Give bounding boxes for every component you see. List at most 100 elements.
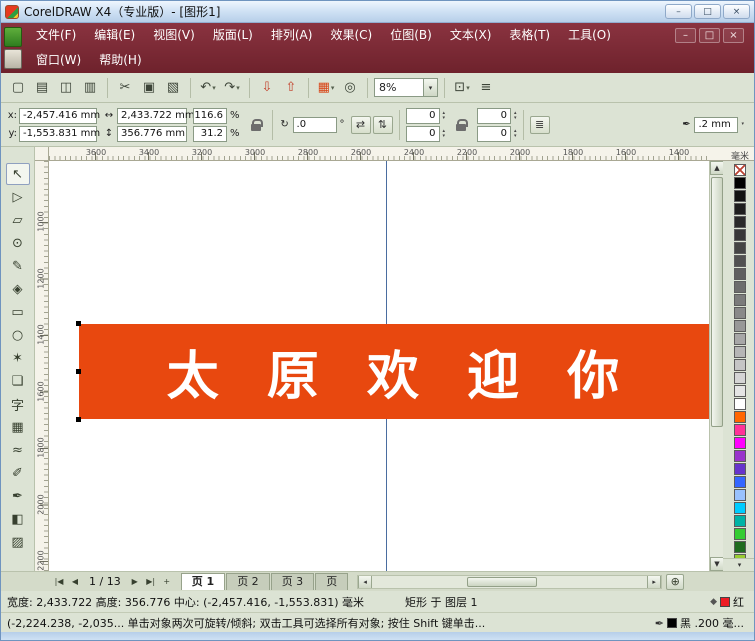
menu-file[interactable]: 文件(F) <box>27 23 85 48</box>
ellipse-tool-button[interactable]: ○ <box>6 324 30 346</box>
menu-text[interactable]: 文本(X) <box>441 23 501 48</box>
vertical-scrollbar[interactable]: ▲ ▼ <box>709 161 723 571</box>
menu-arrange[interactable]: 排列(A) <box>262 23 322 48</box>
maximize-button[interactable]: □ <box>694 4 721 19</box>
scroll-up-icon[interactable]: ▲ <box>710 161 724 175</box>
minimize-button[interactable]: – <box>665 4 692 19</box>
color-swatch[interactable] <box>734 177 746 189</box>
ruler-origin-corner[interactable] <box>35 147 49 161</box>
menu-layout[interactable]: 版面(L) <box>204 23 262 48</box>
cut-button[interactable]: ✂ <box>114 77 136 99</box>
no-fill-swatch[interactable] <box>734 164 746 176</box>
last-page-button[interactable]: ▶| <box>143 574 159 590</box>
copy-button[interactable]: ▣ <box>138 77 160 99</box>
object-height-field[interactable]: 356.776 mm <box>117 126 187 142</box>
object-width-field[interactable]: 2,433.722 mm <box>117 108 187 124</box>
color-swatch[interactable] <box>734 255 746 267</box>
crop-tool-button[interactable]: ▱ <box>6 209 30 231</box>
outline-indicator[interactable]: ✒ 黑 .200 毫... <box>655 615 748 631</box>
selection-handle-middle-left[interactable] <box>76 369 81 374</box>
paste-button[interactable]: ▧ <box>162 77 184 99</box>
undo-button[interactable]: ↶▾ <box>197 77 219 99</box>
horizontal-ruler[interactable]: 毫米 3600340032003000280026002400220020001… <box>49 147 754 161</box>
shape-tool-button[interactable]: ▷ <box>6 186 30 208</box>
spinner-icon[interactable]: ▴▾ <box>514 129 517 139</box>
outline-width-combobox[interactable]: .2 mm <box>694 117 738 133</box>
menu-help[interactable]: 帮助(H) <box>90 48 150 73</box>
color-swatch[interactable] <box>734 424 746 436</box>
color-swatch[interactable] <box>734 437 746 449</box>
color-swatch[interactable] <box>734 528 746 540</box>
scroll-left-icon[interactable]: ◂ <box>358 576 372 588</box>
rectangle-tool-button[interactable]: ▭ <box>6 301 30 323</box>
color-swatch[interactable] <box>734 190 746 202</box>
selection-handle-top-left[interactable] <box>76 321 81 326</box>
nonproportional-scaling-lock-button[interactable] <box>246 108 266 142</box>
scroll-right-icon[interactable]: ▸ <box>647 576 661 588</box>
x-position-field[interactable]: -2,457.416 mm <box>19 108 97 124</box>
color-swatch[interactable] <box>734 307 746 319</box>
banner-text[interactable]: 太 原 欢 迎 你 <box>167 334 621 409</box>
add-page-button[interactable]: + <box>159 574 175 590</box>
color-swatch[interactable] <box>734 541 746 553</box>
menu-edit[interactable]: 编辑(E) <box>85 23 144 48</box>
scale-vertical-field[interactable]: 31.2 <box>193 126 227 142</box>
first-page-button[interactable]: |◀ <box>51 574 67 590</box>
import-button[interactable]: ⇩ <box>256 77 278 99</box>
open-button[interactable]: ▤ <box>31 77 53 99</box>
color-swatch[interactable] <box>734 203 746 215</box>
table-tool-button[interactable]: ▦ <box>6 416 30 438</box>
scale-horizontal-field[interactable]: 116.6 <box>193 108 227 124</box>
color-swatch[interactable] <box>734 476 746 488</box>
color-swatch[interactable] <box>734 372 746 384</box>
page-tab-3[interactable]: 页 3 <box>271 573 315 590</box>
color-swatch[interactable] <box>734 229 746 241</box>
page-tab-2[interactable]: 页 2 <box>226 573 270 590</box>
zoom-tool-button[interactable]: ⊙ <box>6 232 30 254</box>
pick-tool-button[interactable]: ↖ <box>6 163 30 185</box>
chevron-down-icon[interactable]: ▾ <box>423 79 437 96</box>
fill-indicator[interactable]: ◆ 红 <box>710 594 748 610</box>
menu-effects[interactable]: 效果(C) <box>321 23 381 48</box>
page-tab-1[interactable]: 页 1 <box>181 573 225 590</box>
corner-radius-top-right-field[interactable]: 0 <box>477 108 511 124</box>
spinner-icon[interactable]: ▴▾ <box>514 111 517 121</box>
rotation-angle-field[interactable]: .0 <box>293 117 337 133</box>
color-swatch[interactable] <box>734 268 746 280</box>
color-swatch[interactable] <box>734 385 746 397</box>
vertical-scroll-thumb[interactable] <box>711 177 723 427</box>
color-swatch[interactable] <box>734 502 746 514</box>
smart-fill-tool-button[interactable]: ◈ <box>6 278 30 300</box>
color-swatch[interactable] <box>734 398 746 410</box>
freehand-tool-button[interactable]: ✎ <box>6 255 30 277</box>
print-button[interactable]: ▥ <box>79 77 101 99</box>
color-swatch[interactable] <box>734 281 746 293</box>
color-swatch[interactable] <box>734 515 746 527</box>
redo-button[interactable]: ↷▾ <box>221 77 243 99</box>
basic-shapes-tool-button[interactable]: ❏ <box>6 370 30 392</box>
next-page-button[interactable]: ▶ <box>127 574 143 590</box>
polygon-tool-button[interactable]: ✶ <box>6 347 30 369</box>
color-swatch[interactable] <box>734 450 746 462</box>
text-tool-button[interactable]: 字 <box>6 393 30 415</box>
zoom-level-combobox[interactable]: 8%▾ <box>374 78 438 97</box>
color-swatch[interactable] <box>734 489 746 501</box>
color-swatch[interactable] <box>734 359 746 371</box>
color-swatch[interactable] <box>734 333 746 345</box>
mirror-vertical-button[interactable]: ⇅ <box>373 116 393 134</box>
corner-radius-bottom-right-field[interactable]: 0 <box>477 126 511 142</box>
corner-radius-lock-button[interactable] <box>451 108 471 142</box>
options-button[interactable]: ≡ <box>475 77 497 99</box>
snap-to-button[interactable]: ⊡▾ <box>451 77 473 99</box>
selection-handle-bottom-left[interactable] <box>76 417 81 422</box>
spinner-icon[interactable]: ▴▾ <box>443 129 446 139</box>
welcome-screen-button[interactable]: ◎ <box>339 77 361 99</box>
save-button[interactable]: ◫ <box>55 77 77 99</box>
color-swatch[interactable] <box>734 320 746 332</box>
navigator-button[interactable]: ⊕ <box>666 574 684 590</box>
drawing-canvas[interactable]: 太 原 欢 迎 你 <box>49 161 709 571</box>
selected-rectangle-banner[interactable]: 太 原 欢 迎 你 <box>79 324 709 419</box>
y-position-field[interactable]: -1,553.831 mm <box>19 126 97 142</box>
color-swatch[interactable] <box>734 463 746 475</box>
horizontal-scrollbar[interactable]: ◂ ▸ <box>357 575 662 589</box>
